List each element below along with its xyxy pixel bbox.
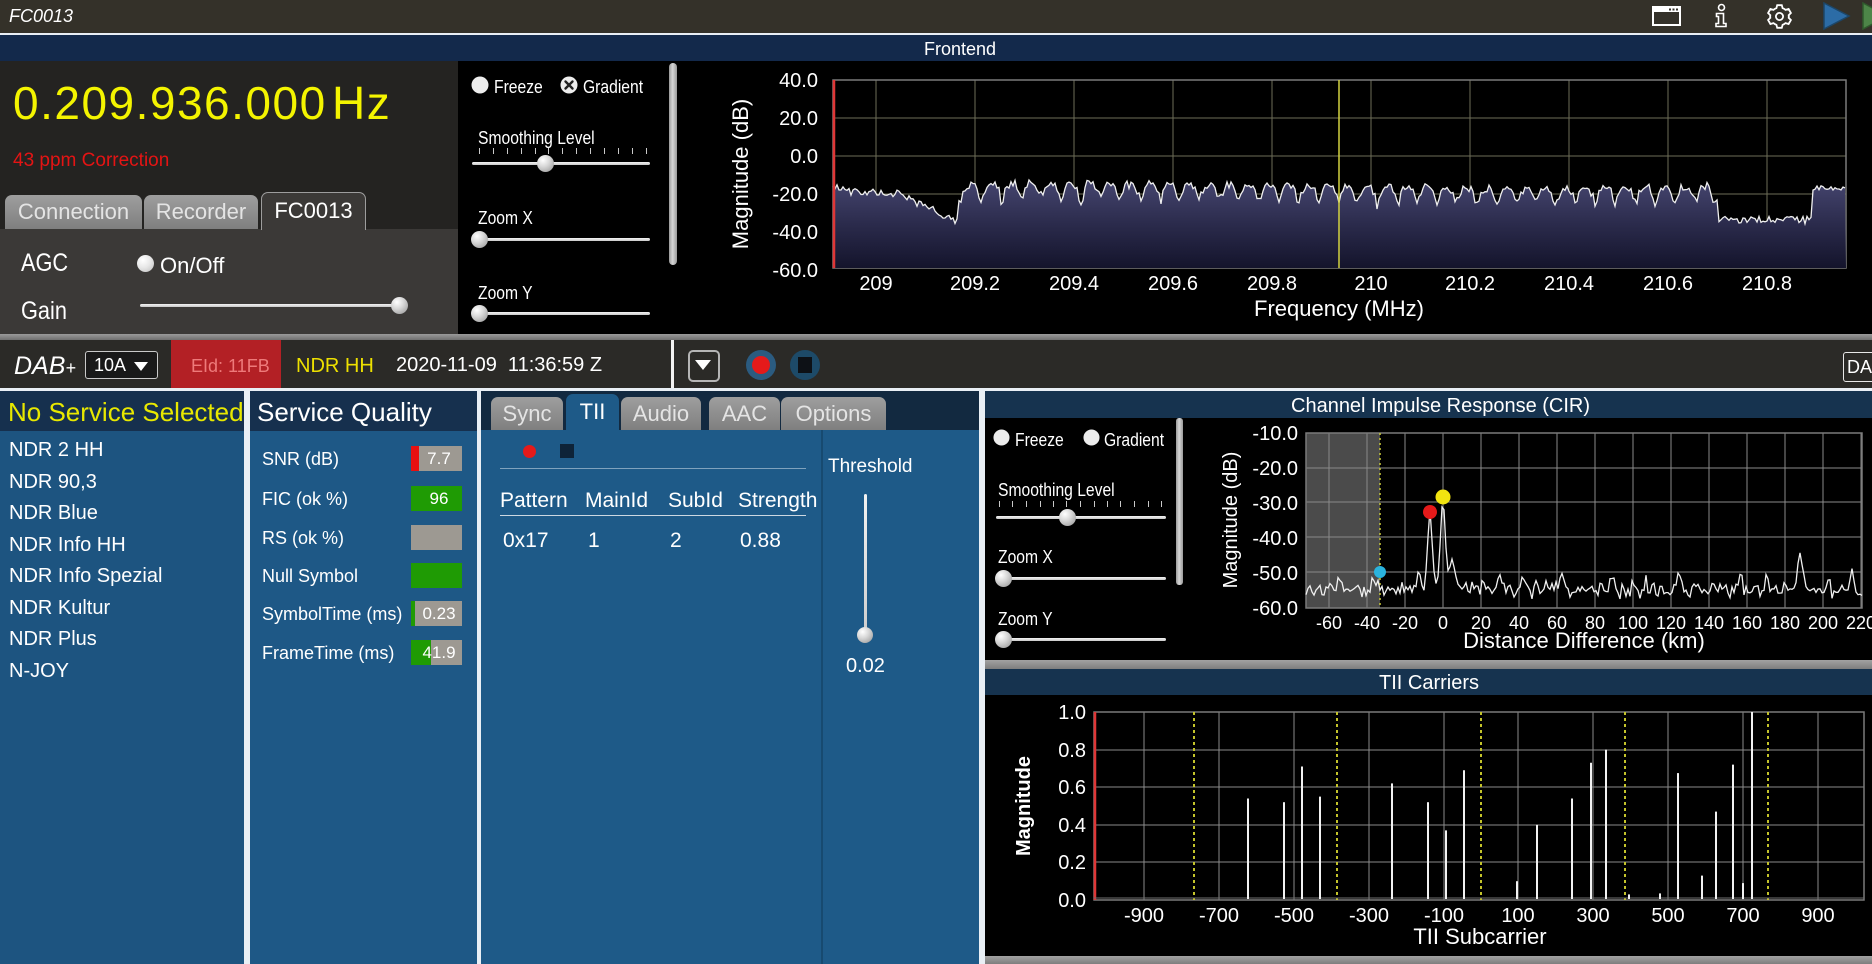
svg-text:-40: -40 [1354,613,1380,633]
svg-text:Magnitude: Magnitude [1013,756,1035,856]
svg-text:210.2: 210.2 [1445,273,1495,295]
svg-text:0: 0 [1438,613,1448,633]
svg-text:210.4: 210.4 [1544,273,1594,295]
svg-text:0.0: 0.0 [790,146,818,168]
svg-text:40.0: 40.0 [779,70,818,92]
svg-text:180: 180 [1770,613,1800,633]
svg-text:-30.0: -30.0 [1252,493,1298,515]
svg-text:700: 700 [1726,905,1759,927]
svg-text:210: 210 [1354,273,1387,295]
svg-text:209.4: 209.4 [1049,273,1099,295]
svg-text:20.0: 20.0 [779,108,818,130]
svg-text:-20.0: -20.0 [772,184,818,206]
svg-text:-700: -700 [1199,905,1239,927]
svg-text:Magnitude (dB): Magnitude (dB) [728,99,753,249]
svg-text:209.6: 209.6 [1148,273,1198,295]
svg-text:-20.0: -20.0 [1252,458,1298,480]
svg-text:1.0: 1.0 [1058,702,1086,724]
svg-text:0.0: 0.0 [1058,890,1086,912]
svg-text:-40.0: -40.0 [1252,528,1298,550]
svg-text:-60.0: -60.0 [1252,598,1298,620]
svg-text:300: 300 [1576,905,1609,927]
svg-text:-40.0: -40.0 [772,222,818,244]
svg-text:0.6: 0.6 [1058,777,1086,799]
svg-text:-10.0: -10.0 [1252,423,1298,445]
svg-text:-60: -60 [1316,613,1342,633]
svg-text:-300: -300 [1349,905,1389,927]
svg-text:Distance Difference (km): Distance Difference (km) [1463,628,1705,653]
svg-text:500: 500 [1651,905,1684,927]
svg-text:0.4: 0.4 [1058,815,1086,837]
svg-text:0.2: 0.2 [1058,852,1086,874]
svg-text:200: 200 [1808,613,1838,633]
svg-text:209: 209 [859,273,892,295]
svg-text:209.2: 209.2 [950,273,1000,295]
svg-text:-20: -20 [1392,613,1418,633]
svg-text:-500: -500 [1274,905,1314,927]
svg-text:Frequency (MHz): Frequency (MHz) [1254,296,1424,321]
svg-text:-50.0: -50.0 [1252,563,1298,585]
svg-text:209.8: 209.8 [1247,273,1297,295]
svg-text:220: 220 [1846,613,1872,633]
svg-text:210.6: 210.6 [1643,273,1693,295]
svg-text:0.8: 0.8 [1058,740,1086,762]
svg-text:160: 160 [1732,613,1762,633]
svg-text:-900: -900 [1124,905,1164,927]
svg-text:-60.0: -60.0 [772,260,818,282]
svg-text:900: 900 [1801,905,1834,927]
svg-text:Magnitude (dB): Magnitude (dB) [1220,452,1242,589]
svg-text:TII Subcarrier: TII Subcarrier [1413,924,1546,949]
svg-text:210.8: 210.8 [1742,273,1792,295]
